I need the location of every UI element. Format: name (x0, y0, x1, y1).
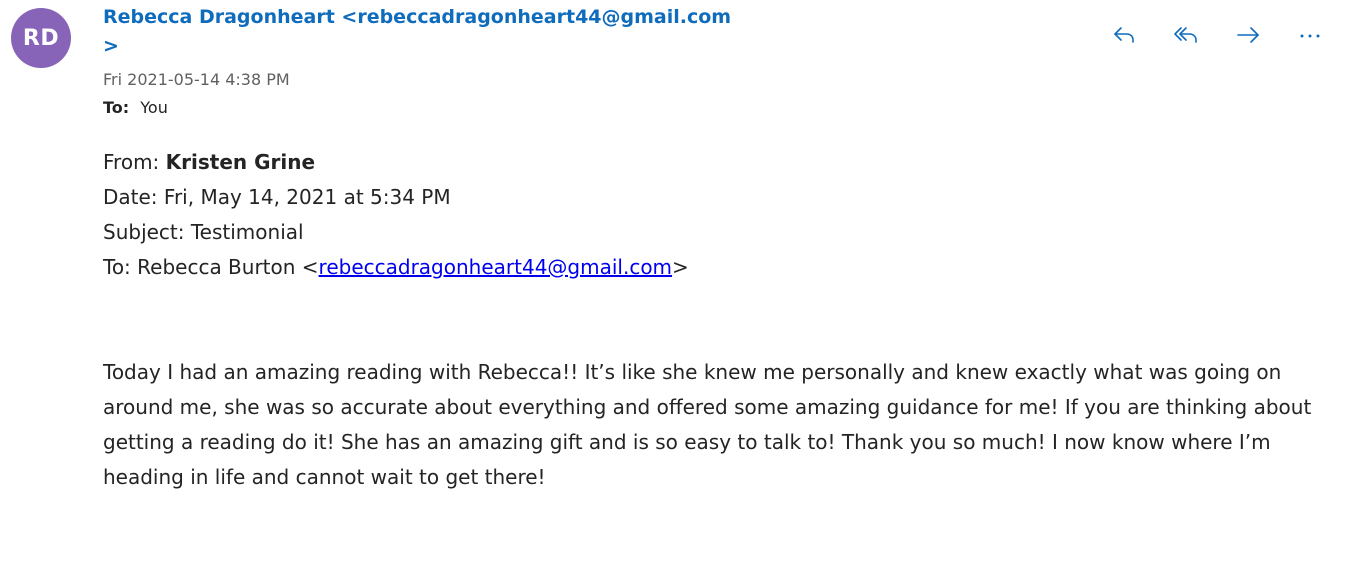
message-actions (1093, 18, 1341, 52)
forwarded-from-name: Kristen Grine (165, 150, 316, 174)
recipient-line: To: You (103, 98, 168, 117)
forwarded-from: From: Kristen Grine (103, 145, 689, 180)
forwarded-date: Date: Fri, May 14, 2021 at 5:34 PM (103, 185, 451, 209)
forwarded-to-email-link[interactable]: rebeccadragonheart44@gmail.com (319, 255, 673, 279)
reply-icon (1114, 27, 1134, 43)
reply-button[interactable] (1093, 18, 1155, 52)
avatar[interactable]: RD (11, 8, 71, 68)
forward-button[interactable] (1217, 18, 1279, 52)
reply-all-icon (1174, 27, 1197, 43)
forwarded-to: To: Rebecca Burton <rebeccadragonheart44… (103, 250, 689, 285)
forwarded-from-label: From: (103, 150, 160, 174)
recipient-value[interactable]: You (140, 98, 168, 117)
sender-name[interactable]: Rebecca Dragonheart <rebeccadragonheart4… (103, 3, 743, 61)
sent-date: Fri 2021-05-14 4:38 PM (103, 70, 290, 89)
forward-icon (1237, 27, 1259, 43)
to-label: To: (103, 98, 130, 117)
forwarded-header: From: Kristen Grine Date: Fri, May 14, 2… (103, 145, 689, 285)
forwarded-subject: Subject: Testimonial (103, 220, 304, 244)
forwarded-to-prefix: To: Rebecca Burton < (103, 255, 319, 279)
message-body: Today I had an amazing reading with Rebe… (103, 360, 1312, 489)
more-icon (1300, 34, 1320, 38)
reply-all-button[interactable] (1155, 18, 1217, 52)
forwarded-to-suffix: > (672, 255, 689, 279)
more-actions-button[interactable] (1279, 18, 1341, 52)
